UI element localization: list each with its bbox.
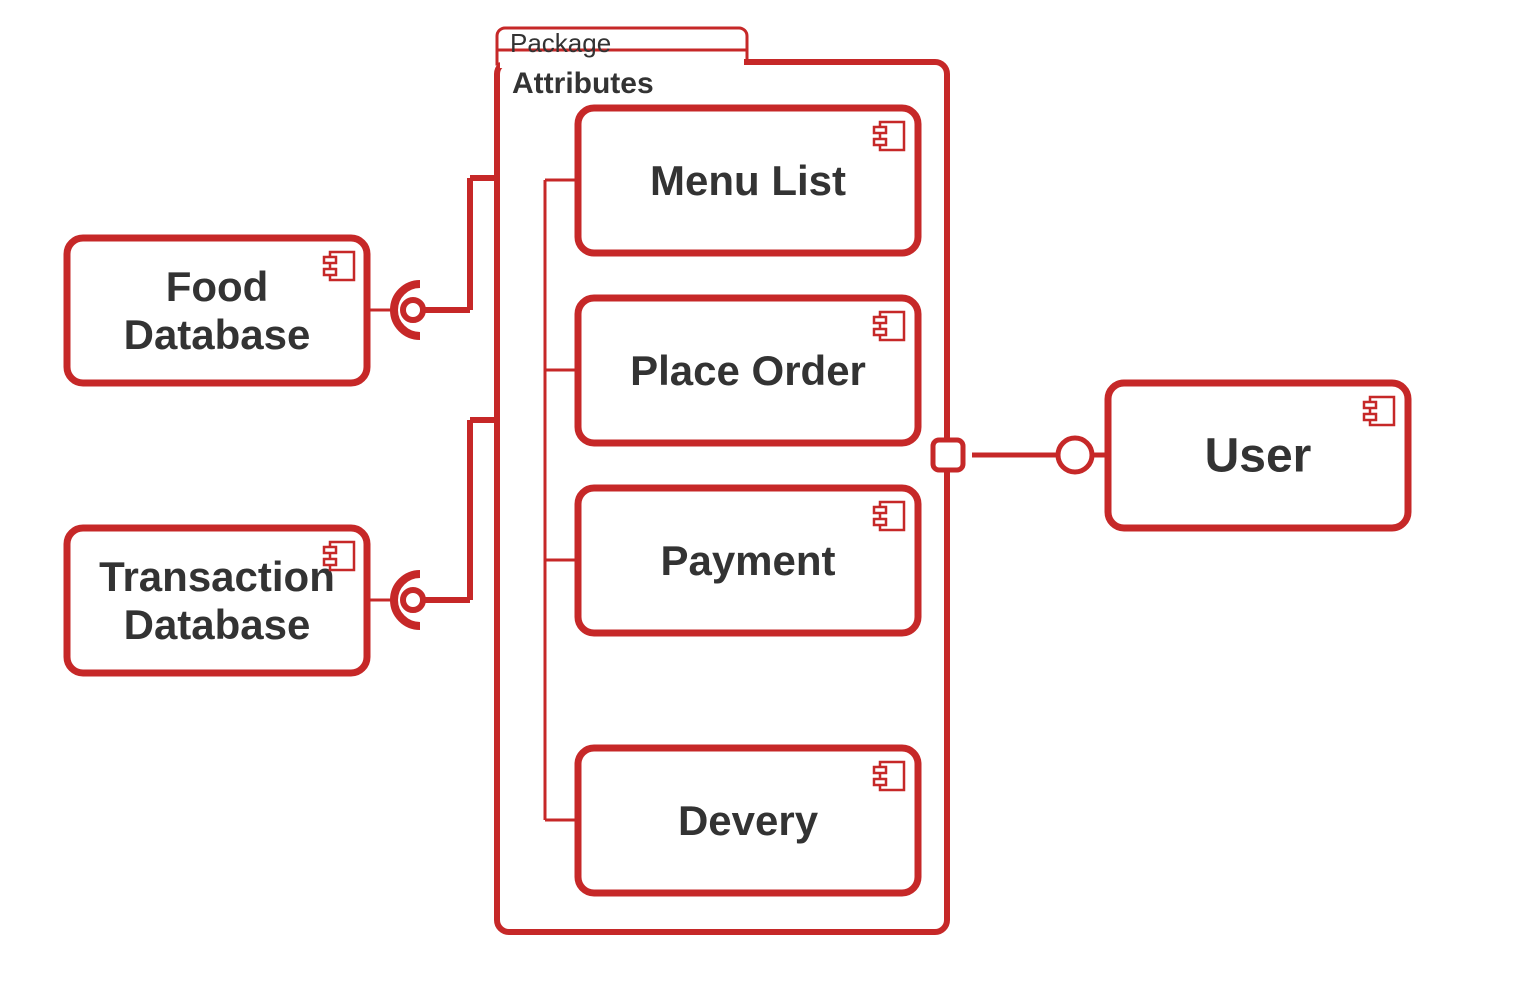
package-body-label: Attributes — [512, 67, 654, 100]
package-tab-label: Package — [510, 28, 611, 58]
component-place-order: Place Order — [578, 298, 918, 443]
component-user: User — [1108, 383, 1408, 528]
delivery-label: Devery — [678, 797, 819, 844]
food-db-label-2: Database — [124, 311, 311, 358]
user-label: User — [1205, 430, 1312, 483]
component-diagram: Package Attributes — [0, 0, 1536, 1000]
place-order-label: Place Order — [630, 347, 866, 394]
food-db-label-1: Food — [166, 263, 269, 310]
menu-list-label: Menu List — [650, 157, 846, 204]
component-menu-list: Menu List — [578, 108, 918, 253]
component-food-database: Food Database — [67, 238, 367, 383]
component-transaction-database: Transaction Database — [67, 528, 367, 673]
txn-db-label-1: Transaction — [99, 553, 335, 600]
payment-label: Payment — [660, 537, 835, 584]
txn-db-label-2: Database — [124, 601, 311, 648]
component-delivery: Devery — [578, 748, 918, 893]
port-icon — [933, 440, 963, 470]
component-payment: Payment — [578, 488, 918, 633]
